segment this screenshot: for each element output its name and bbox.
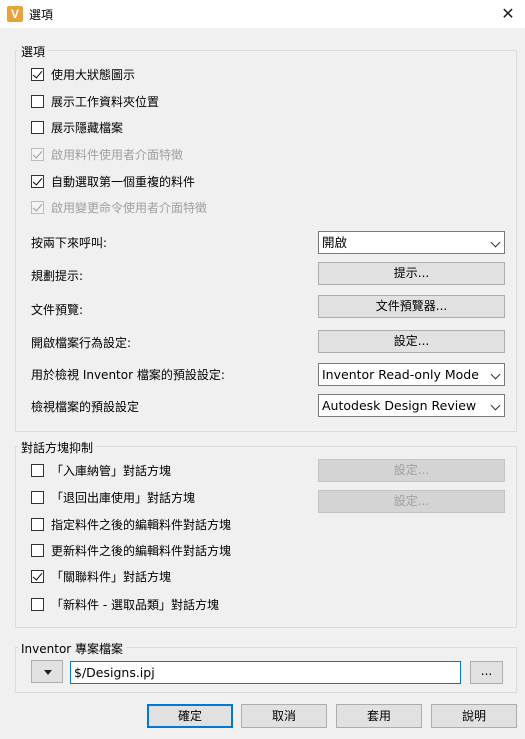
dialog-suppress-group-label: 對話方塊抑制	[18, 439, 97, 456]
undo-check-out-dialog-label: 「退回出庫使用」對話方塊	[51, 490, 196, 505]
hidden-files-label: 展示隱藏檔案	[51, 120, 124, 135]
auto-select-label: 自動選取第一個重複的料件	[51, 174, 196, 189]
undo-check-out-settings-button: 設定...	[318, 490, 505, 513]
checkbox-row-new-item-category[interactable]: 「新料件 - 選取品類」對話方塊	[31, 596, 219, 612]
item-ui-checkbox	[31, 147, 44, 161]
view-default-label: 檢視檔案的預設設定	[31, 400, 140, 414]
update-item-edit-checkbox[interactable]	[31, 543, 44, 557]
checkbox-row-item-ui: 啟用料件使用者介面特徵	[31, 146, 183, 162]
inventor-project-group-label: Inventor 專案檔案	[18, 640, 127, 657]
checkbox-row-hidden-files[interactable]: 展示隱藏檔案	[31, 119, 123, 135]
new-item-category-label: 「新料件 - 選取品類」對話方塊	[51, 597, 219, 612]
file-preview-label: 文件預覽:	[31, 303, 84, 317]
check-in-dialog-label: 「入庫納管」對話方塊	[51, 463, 172, 478]
file-previewer-button[interactable]: 文件預覽器...	[318, 295, 505, 318]
options-group-label: 選項	[18, 43, 49, 60]
checkbox-row-check-in-dialog[interactable]: 「入庫納管」對話方塊	[31, 462, 171, 478]
open-behavior-label: 開啟檔案行為設定:	[31, 336, 132, 350]
checkbox-row-undo-check-out-dialog[interactable]: 「退回出庫使用」對話方塊	[31, 489, 195, 505]
apply-button[interactable]: 套用	[336, 704, 422, 728]
new-item-category-checkbox[interactable]	[31, 597, 44, 611]
checkbox-row-large-status-icons[interactable]: 使用大狀態圖示	[31, 66, 135, 82]
check-in-settings-button: 設定...	[318, 459, 505, 482]
open-behavior-settings-button[interactable]: 設定...	[318, 330, 505, 353]
window-title: 選項	[29, 8, 54, 22]
vault-app-icon: V	[7, 6, 23, 22]
project-dropdown-button[interactable]	[31, 660, 63, 683]
tips-button[interactable]: 提示...	[318, 262, 505, 285]
cancel-button[interactable]: 取消	[241, 704, 327, 728]
view-default-value: Autodesk Design Review	[322, 398, 477, 413]
update-item-edit-label: 更新料件之後的編輯料件對話方塊	[51, 543, 232, 558]
inventor-default-select[interactable]: Inventor Read-only Mode	[318, 363, 505, 386]
change-order-ui-checkbox	[31, 200, 44, 214]
project-path-input[interactable]: $/Designs.ipj	[70, 661, 461, 684]
change-order-ui-label: 啟用變更命令使用者介面特徵	[51, 200, 208, 215]
checkbox-row-link-item-dialog[interactable]: 「關聯料件」對話方塊	[31, 568, 171, 584]
working-folder-label: 展示工作資料夾位置	[51, 94, 160, 109]
large-status-icons-label: 使用大狀態圖示	[51, 67, 136, 82]
view-default-select[interactable]: Autodesk Design Review	[318, 394, 505, 417]
large-status-icons-checkbox[interactable]	[31, 67, 44, 81]
help-button[interactable]: 說明	[431, 704, 517, 728]
inventor-default-value: Inventor Read-only Mode	[322, 367, 479, 382]
double-click-label: 按兩下來呼叫:	[31, 236, 108, 250]
assign-item-edit-checkbox[interactable]	[31, 517, 44, 531]
check-in-dialog-checkbox[interactable]	[31, 463, 44, 477]
hidden-files-checkbox[interactable]	[31, 120, 44, 134]
inventor-default-label: 用於檢視 Inventor 檔案的預設設定:	[31, 368, 225, 382]
link-item-dialog-checkbox[interactable]	[31, 569, 44, 583]
assign-item-edit-label: 指定料件之後的編輯料件對話方塊	[51, 517, 232, 532]
item-ui-label: 啟用料件使用者介面特徵	[51, 147, 184, 162]
auto-select-checkbox[interactable]	[31, 174, 44, 188]
undo-check-out-dialog-checkbox[interactable]	[31, 490, 44, 504]
checkbox-row-working-folder[interactable]: 展示工作資料夾位置	[31, 93, 159, 109]
checkbox-row-auto-select[interactable]: 自動選取第一個重複的料件	[31, 173, 195, 189]
double-click-value: 開啟	[322, 235, 348, 250]
chevron-down-icon	[490, 237, 501, 248]
caret-down-icon	[44, 670, 52, 675]
double-click-select[interactable]: 開啟	[318, 231, 505, 254]
ok-button[interactable]: 確定	[147, 704, 233, 728]
planning-tips-label: 規劃提示:	[31, 269, 84, 283]
checkbox-row-assign-item-edit[interactable]: 指定料件之後的編輯料件對話方塊	[31, 516, 231, 532]
link-item-dialog-label: 「關聯料件」對話方塊	[51, 569, 172, 584]
title-bar: V 選項 ✕	[0, 0, 525, 28]
working-folder-checkbox[interactable]	[31, 94, 44, 108]
chevron-down-icon	[490, 400, 501, 411]
checkbox-row-update-item-edit[interactable]: 更新料件之後的編輯料件對話方塊	[31, 542, 231, 558]
browse-button[interactable]: ...	[470, 661, 503, 684]
checkbox-row-change-order-ui: 啟用變更命令使用者介面特徵	[31, 199, 207, 215]
chevron-down-icon	[490, 369, 501, 380]
close-icon[interactable]: ✕	[491, 0, 525, 28]
